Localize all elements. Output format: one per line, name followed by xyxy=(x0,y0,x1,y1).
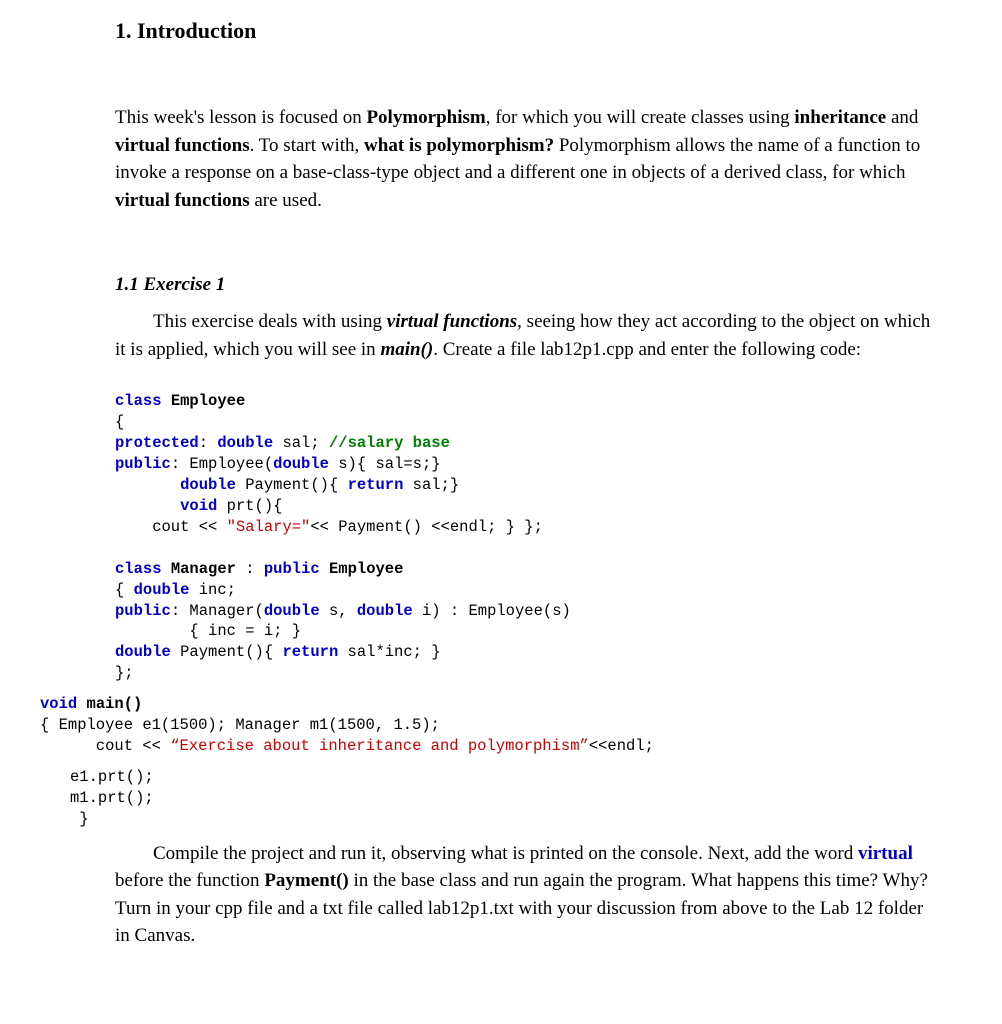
keyword-public: public xyxy=(115,602,171,620)
text: This exercise deals with using xyxy=(153,311,387,332)
code-text: sal;} xyxy=(403,476,459,494)
keyword-double: double xyxy=(357,602,413,620)
code-text: prt(){ xyxy=(217,497,282,515)
keyword-double: double xyxy=(115,643,171,661)
string-literal: "Salary=" xyxy=(227,518,311,536)
code-text: cout << xyxy=(115,518,227,536)
code-text: { inc = i; } xyxy=(115,622,301,640)
colon: : xyxy=(199,434,208,452)
code-text: : Employee( xyxy=(171,455,273,473)
code-text: { xyxy=(115,581,134,599)
text: , for which you will create classes usin… xyxy=(486,107,795,128)
heading-2: 1.1 Exercise 1 xyxy=(115,274,962,296)
keyword-public: public xyxy=(115,455,171,473)
heading-1: 1. Introduction xyxy=(115,18,962,44)
code-text: cout << xyxy=(40,737,170,755)
code-text: s){ sal=s;} xyxy=(329,455,441,473)
class-name: Employee xyxy=(171,392,245,410)
text: . Create a file lab12p1.cpp and enter th… xyxy=(433,339,861,360)
code-text: i) : Employee(s) xyxy=(413,602,571,620)
code-block-calls: e1.prt(); m1.prt(); } xyxy=(70,767,962,830)
keyword-protected: protected xyxy=(115,434,199,452)
bold: what is polymorphism? xyxy=(364,135,554,156)
code-text: e1.prt(); xyxy=(70,768,154,786)
keyword-class: class xyxy=(115,392,162,410)
code-text: s, xyxy=(320,602,357,620)
bold: Payment() xyxy=(264,870,348,891)
sp xyxy=(208,434,217,452)
class-name: Manager xyxy=(171,560,236,578)
string-literal: “Exercise about inheritance and polymorp… xyxy=(170,737,589,755)
keyword-void: void xyxy=(40,695,77,713)
main-name: main() xyxy=(77,695,142,713)
text: before the function xyxy=(115,870,264,891)
bold: virtual functions xyxy=(115,190,250,211)
code-text: sal*inc; } xyxy=(338,643,440,661)
code-text: : Manager( xyxy=(171,602,264,620)
keyword-double: double xyxy=(217,434,273,452)
bold-italic: main() xyxy=(380,339,433,360)
keyword-double: double xyxy=(264,602,320,620)
text: are used. xyxy=(250,190,322,211)
text: . To start with, xyxy=(250,135,364,156)
code-text: } xyxy=(70,810,89,828)
keyword-return: return xyxy=(282,643,338,661)
keyword-void: void xyxy=(180,497,217,515)
brace: { xyxy=(115,413,124,431)
code-text: Payment(){ xyxy=(171,643,283,661)
code-block-employee: class Employee { protected: double sal; … xyxy=(115,391,962,684)
bold: virtual functions xyxy=(115,135,250,156)
code-text: Payment(){ xyxy=(236,476,348,494)
bold: Polymorphism xyxy=(366,107,485,128)
bold: inheritance xyxy=(794,107,886,128)
keyword-double: double xyxy=(134,581,190,599)
keyword-double: double xyxy=(180,476,236,494)
comment: //salary base xyxy=(329,434,450,452)
text: and xyxy=(886,107,918,128)
code-block-main: void main() { Employee e1(1500); Manager… xyxy=(40,694,962,757)
code-text: : xyxy=(236,560,264,578)
code-text: }; xyxy=(115,664,134,682)
code-text: inc; xyxy=(189,581,236,599)
keyword-public: public xyxy=(264,560,320,578)
code-text: << Payment() <<endl; } }; xyxy=(310,518,543,536)
keyword-return: return xyxy=(348,476,404,494)
document-page: 1. Introduction This week's lesson is fo… xyxy=(0,0,1002,990)
keyword-double: double xyxy=(273,455,329,473)
keyword-class: class xyxy=(115,560,162,578)
closing-paragraph: Compile the project and run it, observin… xyxy=(115,840,942,950)
code-text: <<endl; xyxy=(589,737,654,755)
code-text: sal; xyxy=(273,434,329,452)
code-text: { Employee e1(1500); Manager m1(1500, 1.… xyxy=(40,716,440,734)
keyword-virtual: virtual xyxy=(858,843,913,864)
text: Compile the project and run it, observin… xyxy=(153,843,858,864)
code-text: m1.prt(); xyxy=(70,789,154,807)
bold-italic: virtual functions xyxy=(387,311,517,332)
class-name: Employee xyxy=(329,560,403,578)
text: This week's lesson is focused on xyxy=(115,107,366,128)
intro-paragraph: This week's lesson is focused on Polymor… xyxy=(115,104,932,214)
exercise-paragraph: This exercise deals with using virtual f… xyxy=(115,308,942,363)
